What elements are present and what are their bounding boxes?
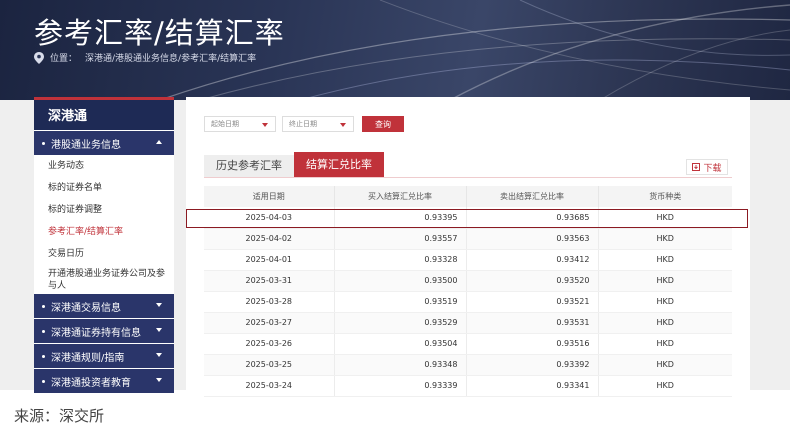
end-date-placeholder: 终止日期	[289, 120, 317, 128]
sidebar-group-investor-education[interactable]: 深港通投资者教育	[34, 369, 174, 393]
bullet-icon	[42, 329, 45, 333]
sidebar-group-label: 深港通投资者教育	[51, 377, 131, 389]
caret-down-icon	[156, 328, 162, 332]
sidebar-item-eligible-list[interactable]: 标的证券名单	[34, 177, 174, 199]
caret-down-icon	[156, 378, 162, 382]
cell-currency: HKD	[598, 354, 732, 376]
sidebar-item-eligible-changes[interactable]: 标的证券调整	[34, 199, 174, 221]
cell-buy-rate: 0.93328	[334, 249, 467, 271]
sidebar-group-label: 深港通证券持有信息	[51, 327, 141, 339]
download-icon	[692, 163, 701, 171]
sidebar-item-news[interactable]: 业务动态	[34, 155, 174, 177]
cell-buy-rate: 0.93529	[334, 312, 467, 334]
cell-sell-rate: 0.93520	[466, 270, 599, 292]
table-row: 2025-04-02 0.93557 0.93563 HKD	[204, 228, 732, 250]
cell-currency: HKD	[598, 228, 732, 250]
column-header-sell-rate: 卖出结算汇兑比率	[466, 186, 599, 207]
cell-currency: HKD	[598, 375, 732, 397]
cell-sell-rate: 0.93531	[466, 312, 599, 334]
tabs-divider	[204, 177, 732, 178]
column-header-date: 适用日期	[204, 186, 335, 207]
cell-date: 2025-03-24	[204, 375, 335, 397]
breadcrumb-label: 位置：	[50, 54, 78, 64]
cell-date: 2025-03-31	[204, 270, 335, 292]
cell-currency: HKD	[598, 312, 732, 334]
cell-date: 2025-03-26	[204, 333, 335, 355]
rate-tabs: 历史参考汇率 结算汇兑比率	[204, 152, 384, 177]
bullet-icon	[42, 379, 45, 383]
query-button[interactable]: 查询	[362, 116, 404, 132]
download-label: 下载	[703, 163, 722, 174]
table-row: 2025-03-28 0.93519 0.93521 HKD	[204, 291, 732, 313]
sidebar-group-label: 深港通交易信息	[51, 302, 121, 314]
main-panel: 起始日期 终止日期 查询 历史参考汇率 结算汇兑比率 下载 适用日期 买入结算汇…	[186, 97, 750, 397]
sidebar-item-exchange-rates[interactable]: 参考汇率/结算汇率	[34, 221, 174, 243]
cell-currency: HKD	[598, 249, 732, 271]
location-pin-icon	[34, 51, 44, 64]
table-row: 2025-03-25 0.93348 0.93392 HKD	[204, 354, 732, 376]
table-body: 2025-04-03 0.93395 0.93685 HKD 2025-04-02 0.9…	[204, 207, 732, 397]
sidebar-group-rules[interactable]: 深港通规则/指南	[34, 344, 174, 368]
sidebar-group-label: 深港通规则/指南	[51, 352, 125, 364]
start-date-placeholder: 起始日期	[211, 120, 239, 128]
bullet-icon	[42, 354, 45, 358]
cell-buy-rate: 0.93557	[334, 228, 467, 250]
cell-buy-rate: 0.93339	[334, 375, 467, 397]
column-header-buy-rate: 买入结算汇兑比率	[334, 186, 467, 207]
download-button[interactable]: 下载	[686, 159, 728, 175]
breadcrumb-path[interactable]: 深港通/港股通业务信息/参考汇率/结算汇率	[85, 51, 256, 64]
cell-date: 2025-04-02	[204, 228, 335, 250]
cell-date: 2025-03-28	[204, 291, 335, 313]
cell-buy-rate: 0.93504	[334, 333, 467, 355]
sidebar-group-hk-business[interactable]: 港股通业务信息	[34, 131, 174, 155]
table-row: 2025-03-24 0.93339 0.93341 HKD	[204, 375, 732, 397]
dropdown-arrow-icon	[340, 123, 346, 127]
caret-down-icon	[156, 303, 162, 307]
bullet-icon	[42, 304, 45, 308]
caret-up-icon	[156, 140, 162, 144]
tab-settlement-rate[interactable]: 结算汇兑比率	[294, 152, 384, 177]
sidebar-item-brokers[interactable]: 开通港股通业务证券公司及参与人	[34, 265, 174, 293]
cell-date: 2025-03-27	[204, 312, 335, 334]
column-header-currency: 货币种类	[598, 186, 732, 207]
cell-date: 2025-03-25	[204, 354, 335, 376]
cell-currency: HKD	[598, 270, 732, 292]
cell-sell-rate: 0.93563	[466, 228, 599, 250]
table-row: 2025-03-26 0.93504 0.93516 HKD	[204, 333, 732, 355]
table-header-row: 适用日期 买入结算汇兑比率 卖出结算汇兑比率 货币种类	[204, 186, 732, 207]
start-date-select[interactable]: 起始日期	[204, 116, 276, 132]
cell-date: 2025-04-01	[204, 249, 335, 271]
cell-currency: HKD	[598, 291, 732, 313]
cell-sell-rate: 0.93341	[466, 375, 599, 397]
cell-sell-rate: 0.93521	[466, 291, 599, 313]
bullet-icon	[42, 141, 45, 145]
sidebar-group-holdings[interactable]: 深港通证券持有信息	[34, 319, 174, 343]
date-filter-bar: 起始日期 终止日期 查询	[204, 116, 404, 132]
cell-sell-rate: 0.93516	[466, 333, 599, 355]
source-caption: 来源：深交所	[14, 407, 105, 425]
page-title: 参考汇率/结算汇率	[34, 16, 285, 50]
page-banner: 参考汇率/结算汇率 位置： 深港通/港股通业务信息/参考汇率/结算汇率	[0, 0, 790, 100]
caret-down-icon	[156, 353, 162, 357]
cell-currency: HKD	[598, 333, 732, 355]
cell-buy-rate: 0.93500	[334, 270, 467, 292]
sidebar-group-label: 港股通业务信息	[51, 139, 121, 151]
sidebar-group-trading-info[interactable]: 深港通交易信息	[34, 294, 174, 318]
screenshot-frame: 参考汇率/结算汇率 位置： 深港通/港股通业务信息/参考汇率/结算汇率 深港通 …	[0, 0, 800, 432]
table-row: 2025-04-01 0.93328 0.93412 HKD	[204, 249, 732, 271]
table-row: 2025-03-27 0.93529 0.93531 HKD	[204, 312, 732, 334]
cell-buy-rate: 0.93519	[334, 291, 467, 313]
highlighted-row-outline	[186, 209, 748, 228]
tab-historical-reference-rate[interactable]: 历史参考汇率	[204, 155, 294, 177]
sidebar-item-trading-calendar[interactable]: 交易日历	[34, 243, 174, 265]
breadcrumb: 位置： 深港通/港股通业务信息/参考汇率/结算汇率	[34, 51, 256, 64]
cell-sell-rate: 0.93412	[466, 249, 599, 271]
end-date-select[interactable]: 终止日期	[282, 116, 354, 132]
dropdown-arrow-icon	[262, 123, 268, 127]
cell-buy-rate: 0.93348	[334, 354, 467, 376]
table-row: 2025-03-31 0.93500 0.93520 HKD	[204, 270, 732, 292]
sidebar-heading: 深港通	[34, 97, 174, 130]
sidebar: 深港通 港股通业务信息 业务动态 标的证券名单 标的证券调整 参考汇率/结算汇率…	[34, 97, 174, 393]
cell-sell-rate: 0.93392	[466, 354, 599, 376]
